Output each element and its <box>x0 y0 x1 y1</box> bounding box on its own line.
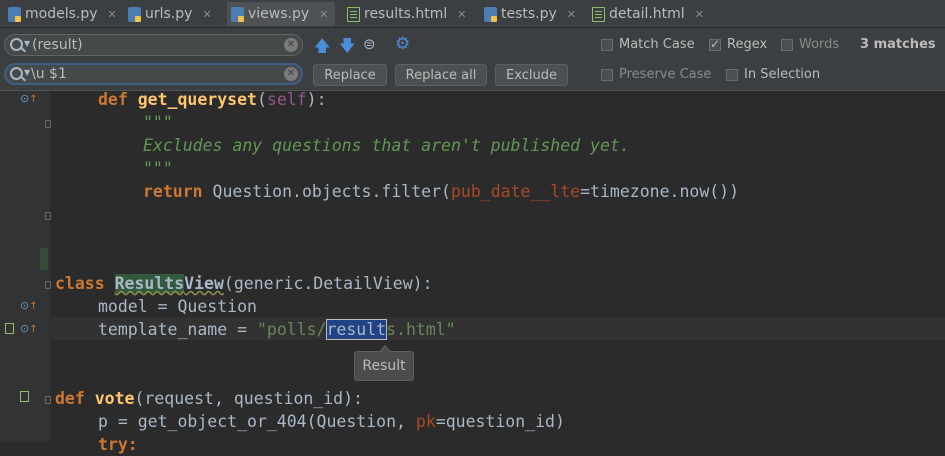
checkbox-box[interactable] <box>726 68 738 81</box>
checkbox-box[interactable] <box>601 38 613 51</box>
code-line: def get_queryset(self): <box>98 90 327 109</box>
tab-results-html[interactable]: results.html ✕ <box>343 2 476 26</box>
tab-label: detail.html <box>609 6 685 22</box>
next-occurrence-icon[interactable]: 🡇 <box>339 35 355 62</box>
words-checkbox[interactable]: Words <box>781 37 839 52</box>
close-icon[interactable]: ✕ <box>202 8 211 21</box>
in-selection-label: In Selection <box>744 67 821 82</box>
close-icon[interactable]: ✕ <box>319 8 328 21</box>
close-icon[interactable]: ✕ <box>108 8 117 21</box>
match-count: 3 matches <box>860 37 936 52</box>
replace-button[interactable]: Replace <box>313 64 387 86</box>
python-file-icon <box>8 6 21 22</box>
previous-occurrence-icon[interactable]: 🡅 <box>314 35 330 62</box>
close-icon[interactable]: ✕ <box>695 8 704 21</box>
python-file-icon <box>128 6 141 22</box>
clear-search-icon[interactable]: ✕ <box>284 38 298 52</box>
tab-label: models.py <box>25 6 98 22</box>
close-icon[interactable]: ✕ <box>567 8 576 21</box>
in-selection-checkbox[interactable]: In Selection <box>726 67 820 82</box>
python-file-icon <box>484 6 497 22</box>
replace-field[interactable]: ▼ \u $1 ✕ <box>4 63 303 85</box>
chevron-down-icon[interactable]: ▼ <box>24 68 30 77</box>
code-line: class ResultsView(generic.DetailView): <box>55 274 433 293</box>
preserve-case-label: Preserve Case <box>619 67 712 82</box>
tab-label: urls.py <box>145 6 193 22</box>
code-editor[interactable]: def get_queryset(self): """ Excludes any… <box>0 90 945 454</box>
regex-checkbox[interactable]: Regex <box>709 37 767 52</box>
replace-all-button[interactable]: Replace all <box>395 64 487 86</box>
search-icon[interactable] <box>10 67 23 80</box>
code-line: """ <box>143 159 173 178</box>
tab-label: tests.py <box>500 6 557 22</box>
html-file-icon <box>347 6 360 22</box>
search-input[interactable]: (result) <box>32 37 83 53</box>
checkbox-box[interactable] <box>601 68 613 81</box>
chevron-down-icon[interactable]: ▼ <box>24 39 30 48</box>
html-file-icon <box>592 6 605 22</box>
tab-detail-html[interactable]: detail.html ✕ <box>588 2 708 26</box>
code-line: """ <box>143 113 173 132</box>
settings-gear-icon[interactable]: ⚙ <box>395 34 410 54</box>
find-all-icon[interactable]: ⊜ <box>363 35 376 53</box>
exclude-button[interactable]: Exclude <box>495 64 568 86</box>
code-line: return Question.objects.filter(pub_date_… <box>143 182 740 201</box>
tab-models-py[interactable]: models.py ✕ <box>4 2 122 26</box>
code-line: model = Question <box>98 297 257 316</box>
editor-tab-bar: models.py ✕ urls.py ✕ views.py ✕ results… <box>0 0 945 28</box>
checkbox-box[interactable] <box>781 38 793 51</box>
words-label: Words <box>799 37 840 52</box>
code-line: template_name = "polls/results.html" <box>98 319 456 340</box>
tab-tests-py[interactable]: tests.py ✕ <box>480 2 580 26</box>
replacement-preview-tooltip: Result <box>354 345 414 381</box>
tab-label: results.html <box>364 6 448 22</box>
tab-label: views.py <box>248 6 310 22</box>
regex-label: Regex <box>727 37 768 52</box>
replace-input[interactable]: \u $1 <box>31 66 67 82</box>
checkbox-box[interactable] <box>709 37 721 51</box>
search-icon[interactable] <box>10 38 23 51</box>
match-case-checkbox[interactable]: Match Case <box>601 37 695 52</box>
close-icon[interactable]: ✕ <box>457 8 466 21</box>
search-field[interactable]: ▼ (result) ✕ <box>4 34 303 56</box>
code-line: Excludes any questions that aren't publi… <box>143 136 630 155</box>
match-case-label: Match Case <box>619 37 695 52</box>
code-line: def vote(request, question_id): <box>55 389 363 408</box>
tab-views-py[interactable]: views.py ✕ <box>227 2 335 26</box>
preserve-case-checkbox[interactable]: Preserve Case <box>601 67 711 82</box>
clear-replace-icon[interactable]: ✕ <box>284 67 298 81</box>
tab-urls-py[interactable]: urls.py ✕ <box>124 2 223 26</box>
python-file-icon <box>231 6 244 22</box>
code-line: try: <box>98 435 138 454</box>
code-line: p = get_object_or_404(Question, pk=quest… <box>98 412 565 431</box>
